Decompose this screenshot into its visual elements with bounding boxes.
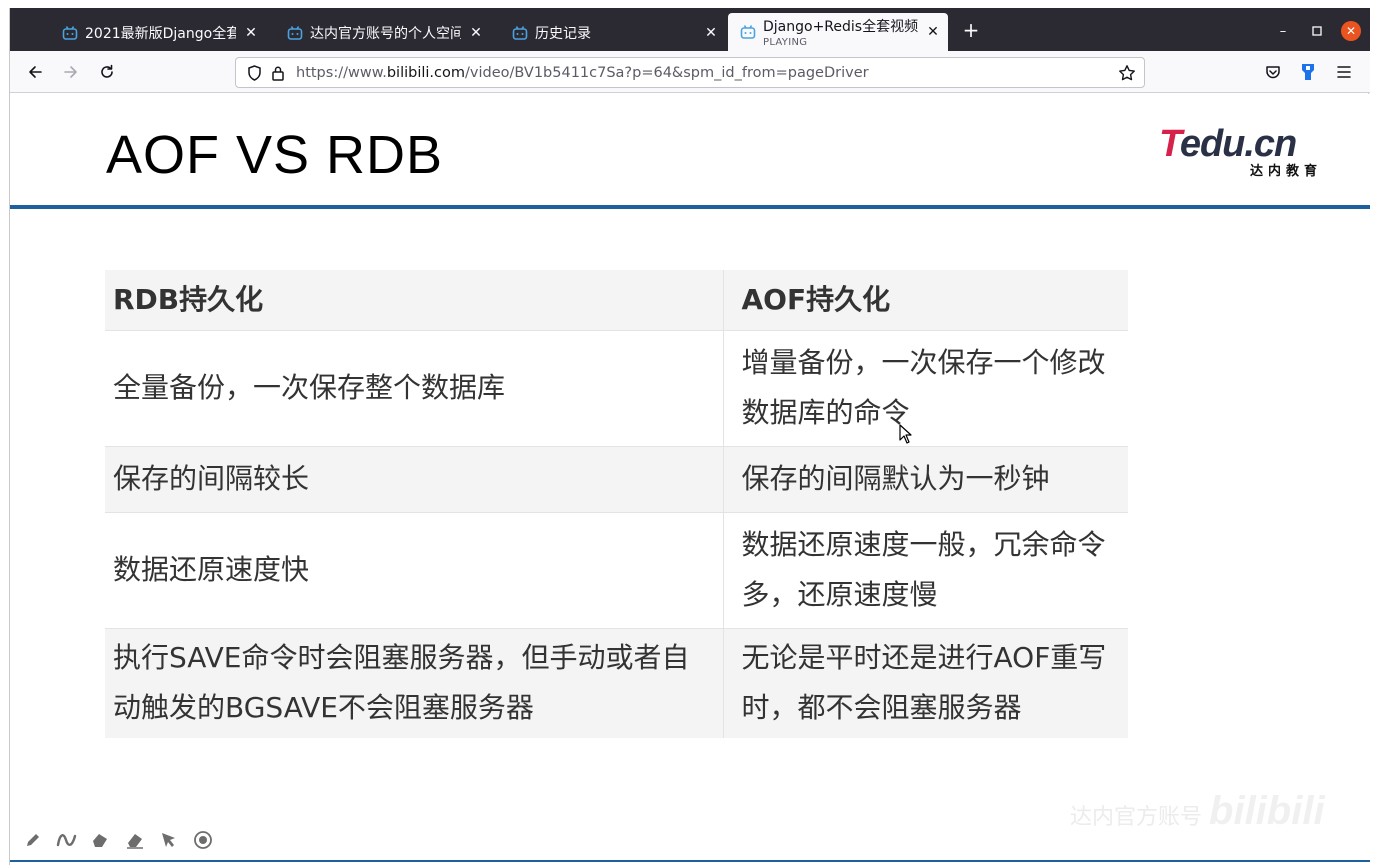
table-row: 执行SAVE命令时会阻塞服务器，但手动或者自动触发的BGSAVE不会阻塞服务器 … xyxy=(105,627,1128,738)
pocket-icon[interactable] xyxy=(1264,63,1282,81)
maximize-icon[interactable] xyxy=(1306,20,1328,42)
browser-window: 2021最新版Django全套视 ✕ 达内官方账号的个人空间_ ✕ 历史记录 ✕… xyxy=(9,8,1370,865)
table-header-row: RDB持久化 AOF持久化 xyxy=(105,270,1128,330)
navigation-toolbar: https://www.bilibili.com/video/BV1b5411c… xyxy=(10,51,1370,93)
bilibili-icon xyxy=(287,26,303,40)
tab-django-redis[interactable]: Django+Redis全套视频教 PLAYING ✕ xyxy=(728,13,948,51)
lock-icon[interactable] xyxy=(270,65,286,81)
video-player[interactable]: AOF VS RDB Tedu.cn 达内教育 RDB持久化 AOF持久化 全量… xyxy=(10,94,1370,865)
url-path: /video/BV1b5411c7Sa?p=64&spm_id_from=pag… xyxy=(465,64,869,81)
reload-icon[interactable] xyxy=(96,61,118,83)
close-icon[interactable]: ✕ xyxy=(242,24,260,42)
logo-subtitle: 达内教育 xyxy=(1249,164,1322,179)
shield-icon[interactable] xyxy=(246,64,262,81)
pointer-icon[interactable] xyxy=(158,829,180,851)
tab-title: 达内官方账号的个人空间_ xyxy=(310,26,461,42)
slide-title: AOF VS RDB xyxy=(106,125,444,185)
watermark-bilibili: bilibili xyxy=(1209,789,1325,833)
reload-glyph xyxy=(101,64,113,78)
tab-title: Django+Redis全套视频教 xyxy=(763,19,918,35)
bookmark-star-icon[interactable] xyxy=(1118,64,1136,82)
table-row: 数据还原速度快 数据还原速度一般，冗余命令多，还原速度慢 xyxy=(105,511,1128,628)
logo-word-rest: edu.cn xyxy=(1179,123,1297,165)
back-glyph xyxy=(29,66,42,78)
maximize-glyph xyxy=(1312,26,1322,36)
forward-icon[interactable] xyxy=(60,61,82,83)
header-rdb: RDB持久化 xyxy=(105,270,724,330)
table-cell: 数据还原速度一般，冗余命令多，还原速度慢 xyxy=(723,511,1128,628)
close-icon[interactable]: ✕ xyxy=(924,23,942,41)
plus-icon[interactable]: + xyxy=(960,18,982,42)
url-text[interactable]: https://www.bilibili.com/video/BV1b5411c… xyxy=(296,65,869,81)
table-row: 保存的间隔较长 保存的间隔默认为一秒钟 xyxy=(105,445,1128,512)
extension-icon[interactable] xyxy=(1299,63,1317,81)
table-cell: 全量备份，一次保存整个数据库 xyxy=(105,329,724,446)
title-divider xyxy=(10,205,1370,209)
table-cell: 增量备份，一次保存一个修改数据库的命令 xyxy=(723,329,1128,446)
url-prefix: https://www. xyxy=(296,64,387,81)
table-cell: 保存的间隔默认为一秒钟 xyxy=(723,445,1128,512)
close-icon[interactable]: ✕ xyxy=(1341,21,1361,41)
tab-title: 历史记录 xyxy=(535,26,591,42)
minimize-icon[interactable]: – xyxy=(1272,20,1294,42)
record-icon[interactable] xyxy=(192,829,214,851)
tab-history[interactable]: 历史记录 ✕ xyxy=(500,15,726,51)
tab-django-course[interactable]: 2021最新版Django全套视 ✕ xyxy=(50,15,266,51)
table-cell: 执行SAVE命令时会阻塞服务器，但手动或者自动触发的BGSAVE不会阻塞服务器 xyxy=(105,627,724,738)
close-icon[interactable]: ✕ xyxy=(702,24,720,42)
eraser-icon[interactable] xyxy=(124,829,146,851)
highlighter-icon[interactable] xyxy=(90,829,112,851)
tab-strip: 2021最新版Django全套视 ✕ 达内官方账号的个人空间_ ✕ 历史记录 ✕… xyxy=(10,8,1370,51)
watermark-account: 达内官方账号 xyxy=(1070,805,1203,830)
bilibili-icon xyxy=(62,26,78,40)
tab-title: 2021最新版Django全套视 xyxy=(85,26,236,42)
comparison-table: RDB持久化 AOF持久化 全量备份，一次保存整个数据库 增量备份，一次保存一个… xyxy=(105,270,1128,738)
tedu-logo: Tedu.cn 达内教育 xyxy=(1159,124,1324,180)
logo-wordmark: Tedu.cn xyxy=(1159,123,1297,165)
mouse-cursor-icon xyxy=(899,424,912,444)
url-bar[interactable]: https://www.bilibili.com/video/BV1b5411c… xyxy=(235,57,1145,88)
tab-personal-space[interactable]: 达内官方账号的个人空间_ ✕ xyxy=(275,15,491,51)
bottom-divider xyxy=(10,860,1370,862)
pen-toolbar xyxy=(22,829,214,851)
table-cell: 无论是平时还是进行AOF重写时，都不会阻塞服务器 xyxy=(723,627,1128,738)
logo-letter-t: T xyxy=(1159,123,1181,165)
close-icon[interactable]: ✕ xyxy=(467,24,485,42)
menu-icon[interactable] xyxy=(1335,63,1353,81)
pencil-icon[interactable] xyxy=(22,829,44,851)
curve-icon[interactable] xyxy=(56,829,78,851)
table-cell: 保存的间隔较长 xyxy=(105,445,724,512)
video-watermark: 达内官方账号 bilibili xyxy=(1070,789,1325,834)
table-row: 全量备份，一次保存整个数据库 增量备份，一次保存一个修改数据库的命令 xyxy=(105,329,1128,446)
table-cell: 数据还原速度快 xyxy=(105,511,724,628)
forward-glyph xyxy=(64,66,77,78)
back-icon[interactable] xyxy=(24,61,46,83)
header-aof: AOF持久化 xyxy=(723,270,1128,330)
bilibili-icon xyxy=(740,25,756,39)
tab-playing-label: PLAYING xyxy=(763,37,808,48)
bilibili-icon xyxy=(512,26,528,40)
url-domain: bilibili.com xyxy=(386,64,466,81)
